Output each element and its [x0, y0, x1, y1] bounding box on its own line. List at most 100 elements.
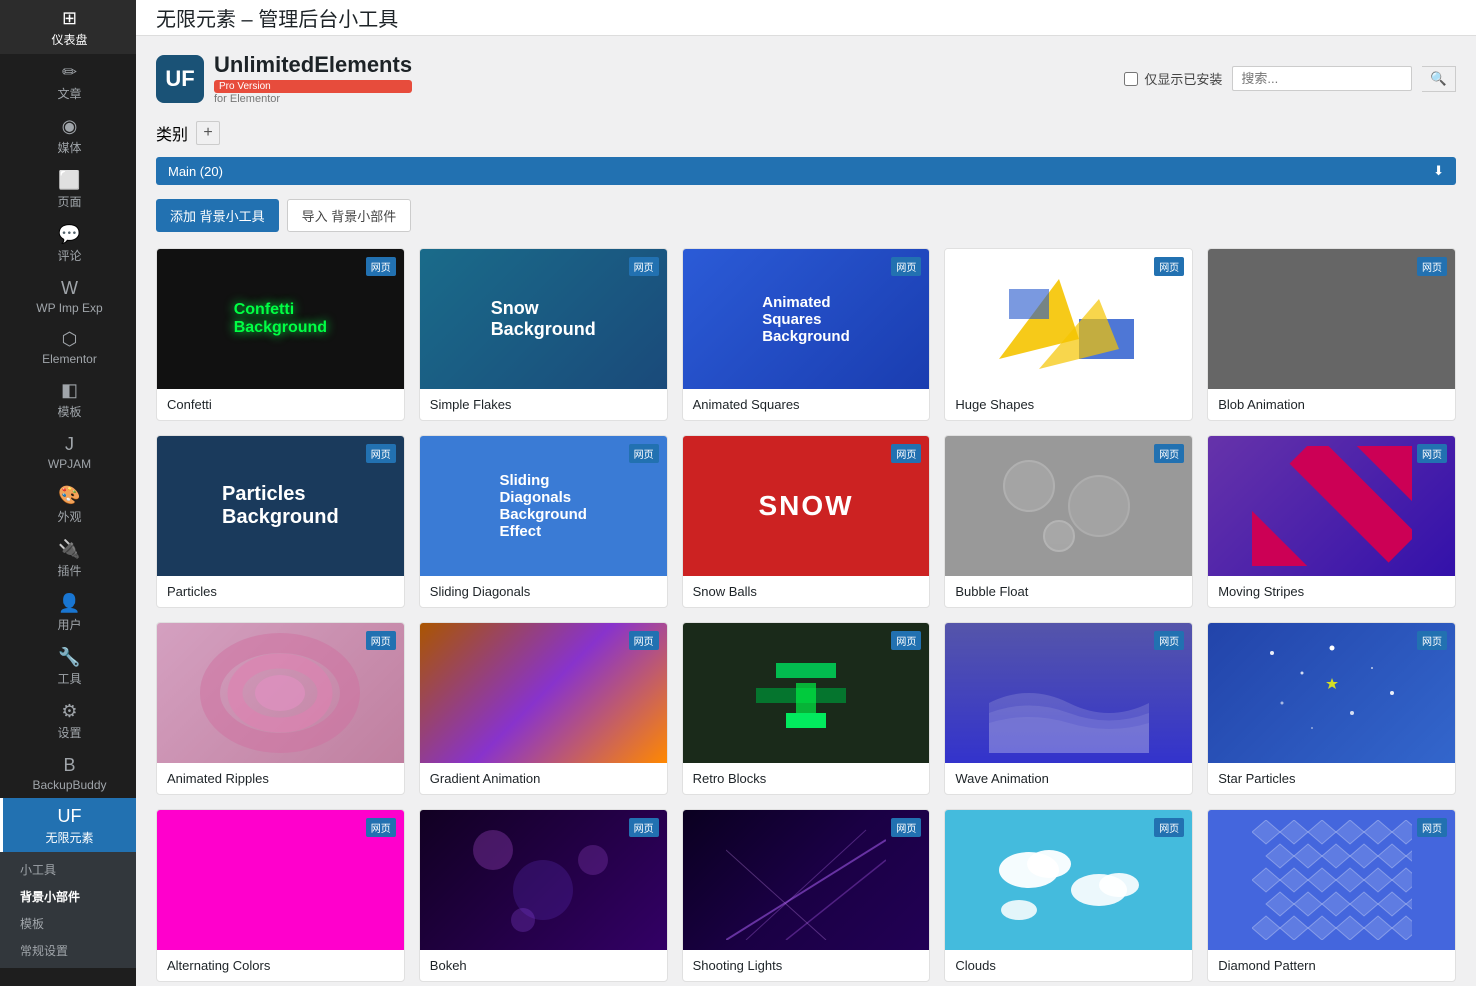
sidebar-item-elementor[interactable]: ⬡ Elementor: [0, 321, 136, 372]
widget-thumb-confetti: ConfettiBackground网页: [157, 249, 404, 389]
badge-alternating-colors: 网页: [366, 818, 396, 837]
widget-thumb-simple-flakes: SnowBackground网页: [420, 249, 667, 389]
dashboard-icon: ⊞: [62, 8, 77, 29]
widget-name-bokeh: Bokeh: [420, 950, 667, 981]
appearance-icon: 🎨: [58, 485, 80, 506]
sidebar-submenu-templates[interactable]: 模板: [0, 910, 136, 937]
sidebar-item-wpjam[interactable]: J WPJAM: [0, 426, 136, 477]
widget-card-moving-stripes[interactable]: 网页Moving Stripes: [1207, 435, 1456, 608]
widget-card-huge-shapes[interactable]: 网页Huge Shapes: [944, 248, 1193, 421]
sidebar-label: WP Imp Exp: [36, 301, 102, 315]
category-list: Main (20) ⬇: [156, 157, 1456, 185]
badge-shooting-lights: 网页: [891, 818, 921, 837]
sidebar-item-posts[interactable]: ✏ 文章: [0, 54, 136, 108]
badge-sliding-diagonals: 网页: [629, 444, 659, 463]
sidebar-item-dashboard[interactable]: ⊞ 仪表盘: [0, 0, 136, 54]
badge-confetti: 网页: [366, 257, 396, 276]
widget-card-gradient-animation[interactable]: 网页Gradient Animation: [419, 622, 668, 795]
sidebar-item-plugins[interactable]: 🔌 插件: [0, 531, 136, 585]
sidebar-item-settings[interactable]: ⚙ 设置: [0, 693, 136, 747]
sidebar-item-tools[interactable]: 🔧 工具: [0, 639, 136, 693]
widget-card-star-particles[interactable]: 网页Star Particles: [1207, 622, 1456, 795]
ue-logo-text: UnlimitedElements Pro Version for Elemen…: [214, 52, 412, 105]
category-add-button[interactable]: +: [196, 121, 220, 145]
sidebar-submenu-widgets[interactable]: 小工具: [0, 856, 136, 883]
badge-snow-balls: 网页: [891, 444, 921, 463]
widget-thumb-shooting-lights: 网页: [683, 810, 930, 950]
sidebar-item-media[interactable]: ◉ 媒体: [0, 108, 136, 162]
sidebar-label: 页面: [57, 193, 81, 210]
widget-thumb-particles: ParticlesBackground网页: [157, 436, 404, 576]
widget-card-animated-ripples[interactable]: 网页 Animated Ripples: [156, 622, 405, 795]
widget-card-alternating-colors[interactable]: 网页Alternating Colors: [156, 809, 405, 982]
widget-thumb-wave-animation: 网页: [945, 623, 1192, 763]
badge-particles: 网页: [366, 444, 396, 463]
templates-icon: ◧: [61, 380, 78, 401]
widget-card-snow-balls[interactable]: SNOW网页Snow Balls: [682, 435, 931, 608]
widget-thumb-sliding-diagonals: SlidingDiagonalsBackgroundEffect网页: [420, 436, 667, 576]
sidebar-submenu-backgrounds[interactable]: 背景小部件: [0, 883, 136, 910]
widget-card-sliding-diagonals[interactable]: SlidingDiagonalsBackgroundEffect网页Slidin…: [419, 435, 668, 608]
widget-name-blob-animation: Blob Animation: [1208, 389, 1455, 420]
widget-card-particles[interactable]: ParticlesBackground网页Particles: [156, 435, 405, 608]
widget-card-blob-animation[interactable]: 网页 Blob Animation: [1207, 248, 1456, 421]
badge-bubble-float: 网页: [1154, 444, 1184, 463]
widget-name-animated-ripples: Animated Ripples: [157, 763, 404, 794]
sidebar-label: 外观: [57, 508, 81, 525]
plugins-icon: 🔌: [58, 539, 80, 560]
widget-thumb-snow-balls: SNOW网页: [683, 436, 930, 576]
sidebar-item-appearance[interactable]: 🎨 外观: [0, 477, 136, 531]
widget-name-sliding-diagonals: Sliding Diagonals: [420, 576, 667, 607]
sidebar-item-backupbuddy[interactable]: B BackupBuddy: [0, 747, 136, 798]
sidebar-item-unlimited[interactable]: UF 无限元素: [0, 798, 136, 852]
category-bar: 类别 +: [156, 121, 1456, 145]
badge-wave-animation: 网页: [1154, 631, 1184, 650]
search-input[interactable]: [1232, 66, 1412, 91]
sidebar-submenu-general[interactable]: 常规设置: [0, 937, 136, 964]
widget-card-animated-squares[interactable]: AnimatedSquaresBackground网页Animated Squa…: [682, 248, 931, 421]
widget-thumb-alternating-colors: 网页: [157, 810, 404, 950]
category-label: 类别: [156, 121, 188, 145]
tools-icon: 🔧: [58, 647, 80, 668]
widget-card-retro-blocks[interactable]: 网页Retro Blocks: [682, 622, 931, 795]
category-main[interactable]: Main (20) ⬇: [156, 157, 1456, 185]
import-widget-button[interactable]: 导入 背景小部件: [287, 199, 412, 232]
widget-card-wave-animation[interactable]: 网页 Wave Animation: [944, 622, 1193, 795]
download-icon: ⬇: [1433, 163, 1444, 179]
widget-name-wave-animation: Wave Animation: [945, 763, 1192, 794]
badge-animated-ripples: 网页: [366, 631, 396, 650]
widget-name-shooting-lights: Shooting Lights: [683, 950, 930, 981]
sidebar-item-comments[interactable]: 💬 评论: [0, 216, 136, 270]
show-installed-label[interactable]: 仅显示已安装: [1124, 69, 1222, 88]
page-title: 无限元素 – 管理后台小工具: [156, 3, 398, 32]
widget-name-moving-stripes: Moving Stripes: [1208, 576, 1455, 607]
widget-card-clouds[interactable]: 网页Clouds: [944, 809, 1193, 982]
badge-gradient-animation: 网页: [629, 631, 659, 650]
widget-card-confetti[interactable]: ConfettiBackground网页Confetti: [156, 248, 405, 421]
widget-thumb-huge-shapes: 网页: [945, 249, 1192, 389]
for-label: for Elementor: [214, 93, 412, 105]
brand-bold: Elements: [314, 52, 412, 77]
sidebar-item-users[interactable]: 👤 用户: [0, 585, 136, 639]
sidebar-item-templates[interactable]: ◧ 模板: [0, 372, 136, 426]
widget-card-diamond-pattern[interactable]: 网页Diamond Pattern: [1207, 809, 1456, 982]
sidebar-label: WPJAM: [48, 457, 91, 471]
widget-card-simple-flakes[interactable]: SnowBackground网页Simple Flakes: [419, 248, 668, 421]
widget-card-bubble-float[interactable]: 网页Bubble Float: [944, 435, 1193, 608]
show-installed-checkbox[interactable]: [1124, 72, 1138, 86]
users-icon: 👤: [58, 593, 80, 614]
widget-thumb-bokeh: 网页: [420, 810, 667, 950]
main-content: 无限元素 – 管理后台小工具 UF UnlimitedElements Pro …: [136, 0, 1476, 986]
badge-blob-animation: 网页: [1417, 257, 1447, 276]
pro-badge: Pro Version: [214, 80, 412, 93]
widget-name-particles: Particles: [157, 576, 404, 607]
widget-card-bokeh[interactable]: 网页Bokeh: [419, 809, 668, 982]
ue-logo-icon: UF: [156, 55, 204, 103]
sidebar-item-pages[interactable]: ⬜ 页面: [0, 162, 136, 216]
pages-icon: ⬜: [58, 170, 80, 191]
add-widget-button[interactable]: 添加 背景小工具: [156, 199, 279, 232]
sidebar-item-wpimp[interactable]: W WP Imp Exp: [0, 270, 136, 321]
widget-card-shooting-lights[interactable]: 网页 Shooting Lights: [682, 809, 931, 982]
search-button[interactable]: 🔍: [1422, 66, 1456, 92]
widget-name-animated-squares: Animated Squares: [683, 389, 930, 420]
